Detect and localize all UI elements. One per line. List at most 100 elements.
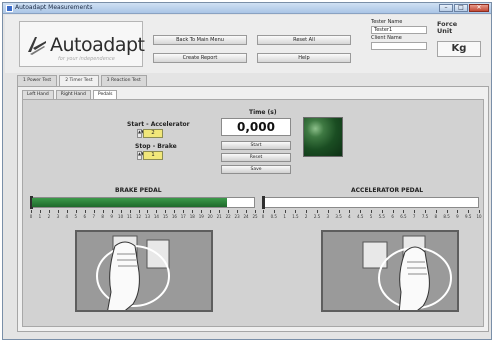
tab-timer-test[interactable]: 2 Timer Test	[59, 75, 99, 86]
brake-scale-tick	[255, 210, 256, 213]
logo: Autoadapt for your independence	[19, 21, 145, 67]
brake-scale-tick-label: 8	[101, 214, 104, 219]
help-button[interactable]: Help	[257, 53, 351, 63]
inner-tab-bar: Left Hand Right Hand Pedals	[22, 90, 118, 99]
accelerator-scale-tick-label: 6.5	[400, 214, 407, 219]
window-title: Autoadapt Measurements	[15, 4, 93, 11]
brake-scale-tick-label: 12	[135, 214, 142, 219]
client-name-label: Client Name	[371, 35, 402, 41]
brake-pedal-bar	[30, 196, 255, 209]
close-button[interactable]: ✕	[469, 4, 489, 12]
minimize-button[interactable]: –	[439, 4, 453, 12]
accelerator-scale-tick-label: 9.5	[465, 214, 472, 219]
accelerator-scale-tick	[457, 210, 459, 213]
brake-scale-tick-label: 21	[216, 214, 222, 219]
brake-scale-tick	[192, 210, 194, 213]
brake-scale-tick	[84, 210, 86, 213]
brake-scale-tick-label: 23	[234, 214, 240, 219]
start-accelerator-label: Start - Accelerator	[127, 121, 190, 128]
brake-pedal-image	[75, 230, 213, 312]
accelerator-scale-tick-label: 6	[391, 214, 394, 219]
accelerator-scale-tick	[327, 210, 329, 213]
client-name-field[interactable]	[371, 42, 427, 50]
accelerator-scale-tick-label: 0	[261, 214, 265, 219]
outer-tab-bar: 1 Power Test 2 Timer Test 3 Reaction Tes…	[17, 75, 147, 86]
brake-scale-tick	[102, 210, 104, 213]
accelerator-scale-tick	[468, 210, 470, 213]
brake-scale-tick-label: 24	[243, 214, 249, 219]
create-report-button[interactable]: Create Report	[153, 53, 247, 63]
reset-button[interactable]: Reset	[221, 153, 291, 162]
tester-info: Tester Name Tester1 Client Name	[371, 19, 431, 67]
accelerator-scale-tick	[371, 210, 372, 213]
brake-scale-tick-label: 1	[38, 214, 42, 219]
accelerator-scale-tick	[284, 210, 286, 213]
brake-scale-tick-label: 13	[144, 214, 151, 219]
brake-scale-tick	[219, 210, 221, 213]
accelerator-scale-tick	[381, 210, 383, 213]
accelerator-scale-tick-label: 5.5	[378, 214, 385, 219]
brake-scale-tick-label: 4	[65, 214, 69, 219]
tab-reaction-test[interactable]: 3 Reaction Test	[100, 75, 147, 86]
back-to-main-menu-button[interactable]: Back To Main Menu	[153, 35, 247, 45]
app-window: Autoadapt Measurements – □ ✕ Autoadapt f…	[2, 2, 492, 340]
tester-name-label: Tester Name	[371, 19, 403, 25]
accelerator-scale-tick-label: 8	[434, 214, 438, 219]
brake-scale-tick	[138, 210, 140, 213]
accelerator-scale-tick	[403, 210, 405, 213]
brake-scale-tick	[246, 210, 248, 213]
accelerator-scale-tick	[338, 210, 340, 213]
tab-right-hand[interactable]: Right Hand	[55, 90, 91, 99]
tester-name-field[interactable]: Tester1	[371, 26, 427, 34]
logo-mark-icon	[28, 37, 46, 55]
brake-scale-tick-label: 2	[47, 214, 51, 219]
accelerator-scale-tick	[435, 210, 437, 213]
brake-scale-tick-label: 5	[74, 214, 78, 219]
stop-brake-input[interactable]: 1	[143, 151, 163, 160]
tab-power-test[interactable]: 1 Power Test	[17, 75, 58, 86]
brake-scale-tick-label: 18	[189, 214, 195, 219]
accelerator-scale-tick	[263, 210, 264, 213]
start-button[interactable]: Start	[221, 141, 291, 150]
tab-pedals[interactable]: Pedals	[92, 90, 118, 99]
stop-spinner[interactable]: ▲▼	[137, 151, 144, 160]
unit-label: Unit	[437, 27, 453, 35]
brake-scale-tick-label: 16	[171, 214, 177, 219]
brake-scale-tick	[31, 210, 32, 213]
accelerator-scale-tick-label: 8.5	[443, 214, 450, 219]
brake-scale-tick-label: 10	[118, 214, 124, 219]
accelerator-scale-tick-label: 2.5	[313, 214, 321, 219]
stop-brake-label: Stop - Brake	[135, 143, 177, 150]
brake-scale-tick-label: 19	[198, 214, 204, 219]
logo-tagline: for your independence	[58, 56, 115, 62]
brake-scale-tick	[156, 210, 158, 213]
start-accelerator-input[interactable]: 2	[143, 129, 163, 138]
accelerator-scale-tick-label: 10	[476, 214, 482, 219]
brake-scale-tick	[48, 210, 50, 213]
brake-scale-tick-label: 9	[110, 214, 113, 219]
brake-scale-tick-label: 15	[162, 214, 168, 219]
brake-scale-tick-label: 11	[127, 214, 133, 219]
brake-scale-tick	[165, 210, 167, 213]
maximize-button[interactable]: □	[454, 4, 468, 12]
force-unit: Force Unit Kg	[437, 21, 489, 67]
reset-all-button[interactable]: Reset All	[257, 35, 351, 45]
status-led	[303, 117, 343, 157]
accelerator-scale: 0 0.5 1 1.5 2 2.5 3 3.5 4 4.5 5 5.5 6 6.5 7 7.5 8 8.5 9 9.5…	[261, 210, 482, 220]
brake-scale-tick-label: 3	[56, 214, 60, 219]
start-spinner[interactable]: ▲▼	[137, 129, 144, 138]
accelerator-scale-tick-label: 2	[304, 214, 308, 219]
accelerator-scale-tick	[317, 210, 318, 213]
brake-scale-tick	[201, 210, 203, 213]
accelerator-scale-tick-label: 7.5	[421, 214, 429, 219]
accelerator-scale-tick	[295, 210, 297, 213]
app-icon	[6, 5, 13, 12]
time-label: Time (s)	[249, 109, 277, 116]
brake-scale: 0 1 2 3 4 5 6 7 8 9 10 11 12 13 14 15 16 17 18 19 20 21 22 23 24…	[30, 210, 258, 220]
accelerator-scale-tick-label: 9	[456, 214, 459, 219]
accelerator-scale-tick-label: 4	[348, 214, 351, 219]
accelerator-scale-tick	[425, 210, 426, 213]
tab-left-hand[interactable]: Left Hand	[22, 90, 54, 99]
save-button[interactable]: Save	[221, 165, 291, 174]
accelerator-scale-tick-label: 4.5	[357, 214, 364, 219]
